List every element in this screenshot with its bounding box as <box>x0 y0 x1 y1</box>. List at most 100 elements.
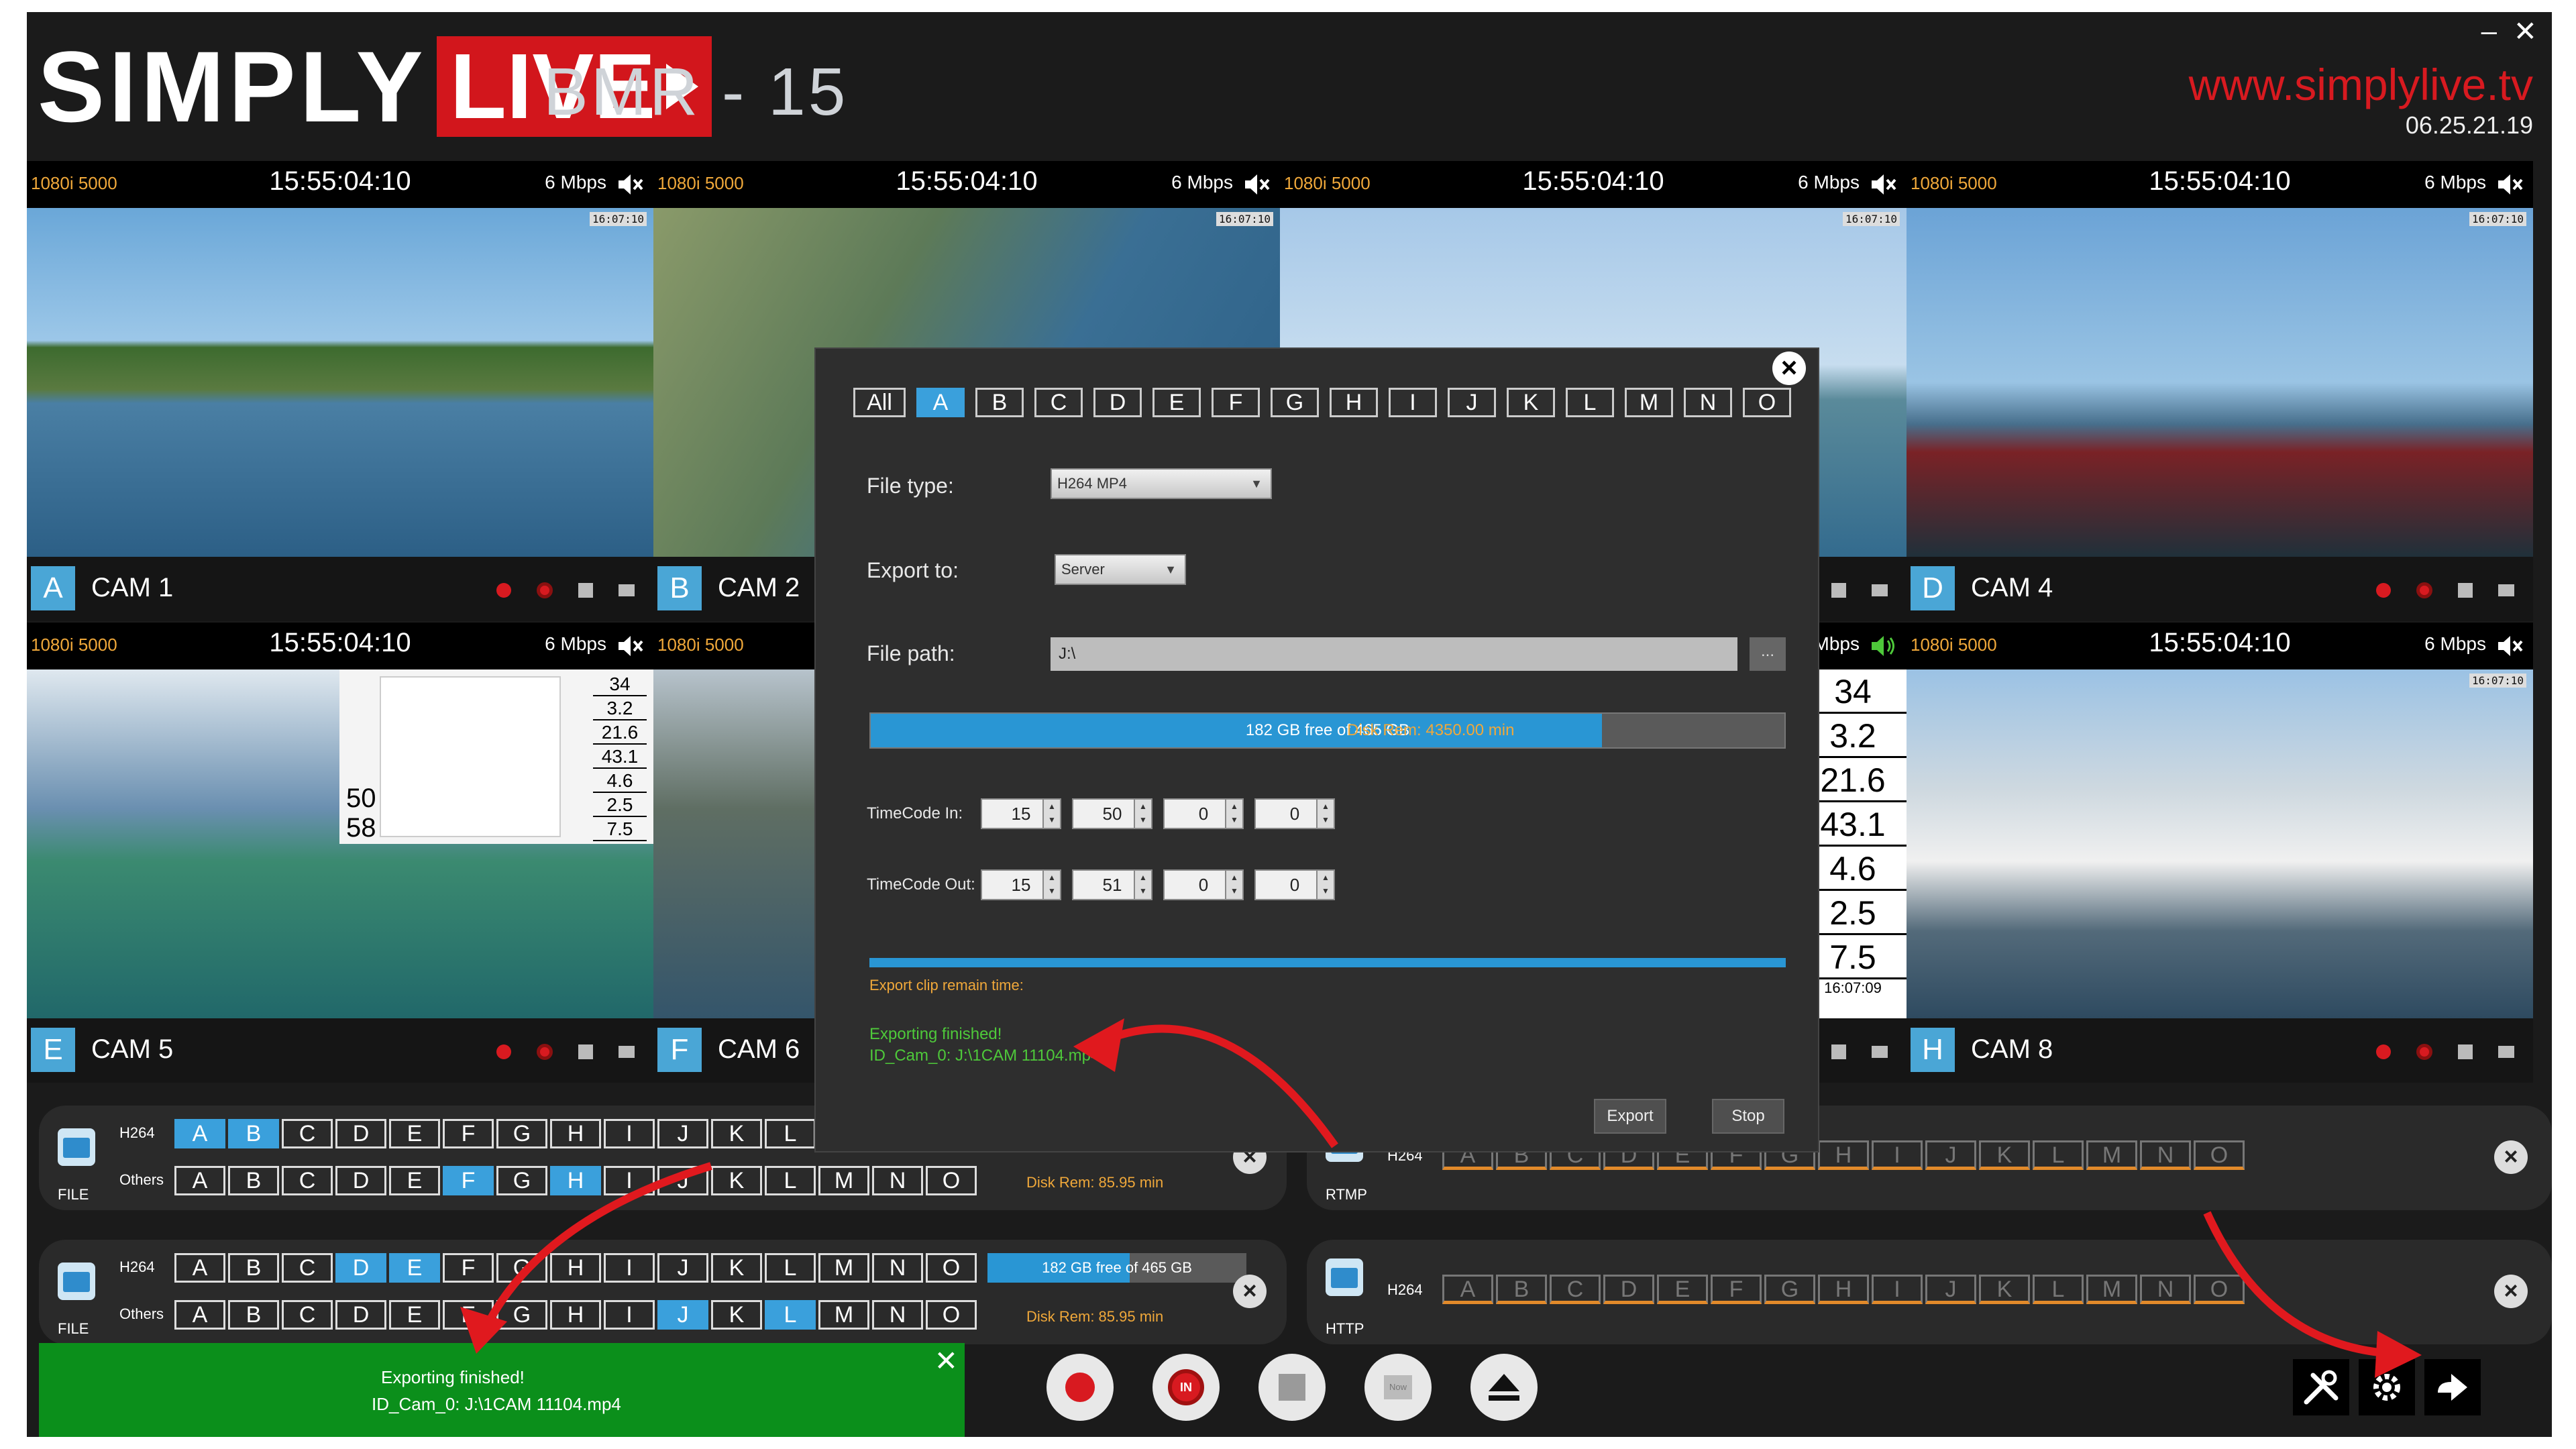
channel-toggle-o[interactable]: O <box>2194 1275 2245 1304</box>
record-indicator-icon[interactable] <box>2376 583 2391 598</box>
channel-toggle-n[interactable]: N <box>2140 1275 2191 1304</box>
record-in-indicator-icon[interactable] <box>537 1044 553 1060</box>
channel-toggle-e[interactable]: E <box>389 1300 440 1330</box>
remove-recorder-button[interactable]: × <box>2494 1275 2528 1308</box>
speaker-muted-icon[interactable] <box>1242 170 1271 199</box>
camera-tile[interactable]: 1080i 5000 15:55:04:10 6 Mbps 50 58 34 3.2 21.6… <box>27 623 653 1083</box>
channel-toggle-c[interactable]: C <box>282 1300 333 1330</box>
camera-filter-i[interactable]: I <box>1389 388 1437 417</box>
broadcast-icon[interactable] <box>1326 1258 1363 1296</box>
channel-toggle-g[interactable]: G <box>496 1300 547 1330</box>
record-indicator-icon[interactable] <box>2376 1044 2391 1059</box>
speaker-muted-icon[interactable] <box>616 170 644 199</box>
channel-toggle-d[interactable]: D <box>335 1253 386 1283</box>
now-indicator-icon[interactable] <box>2498 1046 2514 1058</box>
channel-toggle-i[interactable]: I <box>604 1300 655 1330</box>
remove-recorder-button[interactable]: × <box>2494 1140 2528 1174</box>
spin-arrows-icon[interactable]: ▲ ▼ <box>1134 871 1151 899</box>
channel-toggle-o[interactable]: O <box>926 1300 977 1330</box>
channel-toggle-a[interactable]: A <box>174 1166 225 1195</box>
channel-toggle-c[interactable]: C <box>282 1119 333 1148</box>
stop-indicator-icon[interactable] <box>578 583 593 598</box>
channel-toggle-j[interactable]: J <box>1925 1140 1976 1170</box>
camera-letter-badge[interactable]: E <box>31 1028 75 1072</box>
channel-toggle-e[interactable]: E <box>1657 1275 1708 1304</box>
channel-toggle-f[interactable]: F <box>443 1119 494 1148</box>
camera-letter-badge[interactable]: A <box>31 566 75 610</box>
channel-toggle-j[interactable]: J <box>657 1119 708 1148</box>
stop-indicator-icon[interactable] <box>2458 583 2473 598</box>
camera-tile[interactable]: 1080i 5000 15:55:04:10 6 Mbps 16:07:10 D CAM … <box>1907 161 2533 621</box>
channel-toggle-d[interactable]: D <box>1603 1275 1654 1304</box>
channel-toggle-d[interactable]: D <box>335 1166 386 1195</box>
speaker-muted-icon[interactable] <box>2496 170 2524 199</box>
channel-toggle-b[interactable]: B <box>228 1166 279 1195</box>
camera-filter-j[interactable]: J <box>1448 388 1496 417</box>
channel-toggle-e[interactable]: E <box>389 1119 440 1148</box>
channel-toggle-l[interactable]: L <box>2033 1140 2084 1170</box>
stop-button[interactable] <box>1258 1354 1326 1421</box>
channel-toggle-c[interactable]: C <box>1550 1275 1601 1304</box>
channel-toggle-k[interactable]: K <box>1979 1140 2030 1170</box>
record-in-indicator-icon[interactable] <box>2416 582 2432 598</box>
camera-filter-l[interactable]: L <box>1566 388 1614 417</box>
channel-toggle-h[interactable]: H <box>550 1253 601 1283</box>
camera-filter-n[interactable]: N <box>1684 388 1732 417</box>
spin-arrows-icon[interactable]: ▲ ▼ <box>1225 800 1242 828</box>
channel-toggle-b[interactable]: B <box>228 1300 279 1330</box>
channel-toggle-g[interactable]: G <box>1764 1275 1815 1304</box>
stop-indicator-icon[interactable] <box>578 1044 593 1059</box>
camera-filter-d[interactable]: D <box>1093 388 1142 417</box>
channel-toggle-m[interactable]: M <box>818 1300 869 1330</box>
now-indicator-icon[interactable] <box>619 584 635 596</box>
channel-toggle-h[interactable]: H <box>550 1166 601 1195</box>
channel-toggle-o[interactable]: O <box>2194 1140 2245 1170</box>
camera-filter-e[interactable]: E <box>1152 388 1201 417</box>
channel-toggle-m[interactable]: M <box>2086 1275 2137 1304</box>
close-notification-button[interactable]: ✕ <box>934 1344 958 1377</box>
channel-toggle-b[interactable]: B <box>228 1253 279 1283</box>
export-button[interactable]: Export <box>1594 1099 1666 1134</box>
spin-arrows-icon[interactable]: ▲ ▼ <box>1042 871 1060 899</box>
camera-letter-badge[interactable]: D <box>1911 566 1955 610</box>
channel-toggle-f[interactable]: F <box>443 1300 494 1330</box>
camera-feed[interactable]: 16:07:10 <box>1907 208 2533 557</box>
speaker-muted-icon[interactable] <box>2496 632 2524 660</box>
channel-toggle-j[interactable]: J <box>657 1166 708 1195</box>
channel-toggle-a[interactable]: A <box>174 1300 225 1330</box>
channel-toggle-c[interactable]: C <box>282 1166 333 1195</box>
record-indicator-icon[interactable] <box>496 1044 511 1059</box>
channel-toggle-j[interactable]: J <box>657 1253 708 1283</box>
timecode-out-field[interactable]: 0 ▲ ▼ <box>1163 869 1244 900</box>
camera-filter-a[interactable]: A <box>916 388 965 417</box>
website-link[interactable]: www.simplylive.tv <box>2189 59 2533 110</box>
folder-icon[interactable] <box>58 1263 95 1300</box>
camera-filter-f[interactable]: F <box>1212 388 1260 417</box>
channel-toggle-i[interactable]: I <box>1872 1275 1923 1304</box>
channel-toggle-h[interactable]: H <box>550 1300 601 1330</box>
camera-filter-c[interactable]: C <box>1034 388 1083 417</box>
timecode-in-field[interactable]: 0 ▲ ▼ <box>1254 798 1335 829</box>
timecode-out-field[interactable]: 0 ▲ ▼ <box>1254 869 1335 900</box>
timecode-in-field[interactable]: 50 ▲ ▼ <box>1072 798 1152 829</box>
record-in-indicator-icon[interactable] <box>537 582 553 598</box>
channel-toggle-e[interactable]: E <box>389 1253 440 1283</box>
exit-button[interactable] <box>2424 1359 2481 1415</box>
camera-filter-h[interactable]: H <box>1330 388 1378 417</box>
timecode-out-field[interactable]: 15 ▲ ▼ <box>981 869 1061 900</box>
channel-toggle-b[interactable]: B <box>228 1119 279 1148</box>
stop-indicator-icon[interactable] <box>1831 1044 1846 1059</box>
spin-arrows-icon[interactable]: ▲ ▼ <box>1225 871 1242 899</box>
camera-filter-g[interactable]: G <box>1271 388 1319 417</box>
channel-toggle-h[interactable]: H <box>550 1119 601 1148</box>
channel-toggle-b[interactable]: B <box>1496 1275 1547 1304</box>
channel-toggle-k[interactable]: K <box>711 1253 762 1283</box>
stop-indicator-icon[interactable] <box>2458 1044 2473 1059</box>
channel-toggle-n[interactable]: N <box>2140 1140 2191 1170</box>
now-indicator-icon[interactable] <box>619 1046 635 1058</box>
file-type-select[interactable]: H264 MP4 ▼ <box>1051 468 1272 499</box>
channel-toggle-m[interactable]: M <box>2086 1140 2137 1170</box>
channel-toggle-k[interactable]: K <box>711 1166 762 1195</box>
minimize-button[interactable]: – <box>2481 15 2497 47</box>
channel-toggle-c[interactable]: C <box>282 1253 333 1283</box>
